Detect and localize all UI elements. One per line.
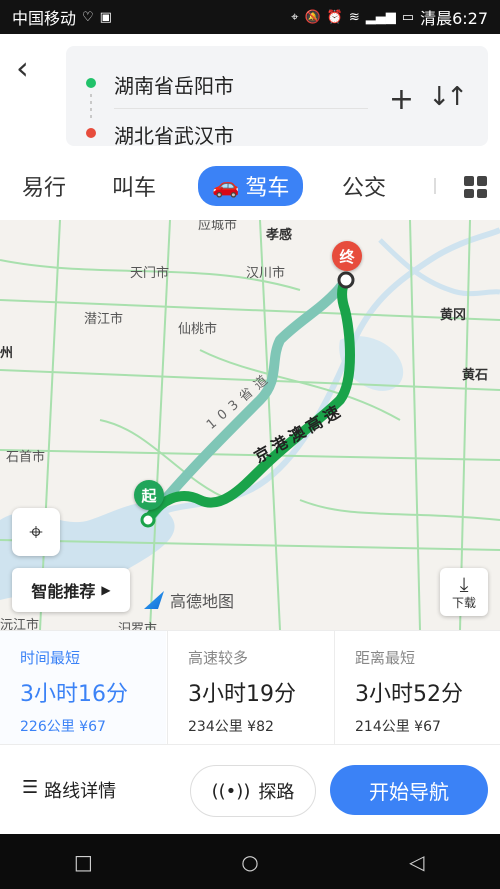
tab-separator	[434, 178, 436, 194]
alarm-icon: ⏰	[326, 9, 343, 25]
map-label-bottom-cut2: 汨罗市	[118, 622, 158, 630]
tab-drive[interactable]: 🚗 驾车	[198, 166, 304, 206]
amap-logo-icon	[144, 591, 164, 609]
broadcast-icon: ((•))	[211, 780, 251, 802]
option-title: 高速较多	[188, 649, 249, 667]
swap-icon[interactable]: ↓↑	[428, 82, 468, 112]
list-icon: ☰	[22, 777, 39, 798]
download-label: 下载	[451, 595, 476, 610]
recent-apps-icon[interactable]: □	[53, 850, 113, 874]
tab-drive-label: 驾车	[245, 176, 290, 201]
map-label-qianjiang: 潜江市	[84, 312, 124, 327]
option-duration: 3小时19分	[188, 682, 296, 707]
map-label-shishou: 石首市	[6, 450, 46, 465]
locate-button[interactable]: ⌖	[12, 508, 60, 556]
route-details-label: 路线详情	[44, 781, 117, 802]
download-icon: ⤓	[459, 571, 469, 596]
amap-logo-text: 高德地图	[170, 592, 235, 611]
map-label-xiaogan: 孝感	[266, 228, 293, 243]
option-duration: 3小时16分	[20, 682, 128, 707]
divider	[114, 108, 368, 109]
system-nav-bar: □ ○ ◁	[0, 834, 500, 889]
car-icon: 🚗	[212, 173, 240, 199]
destination-field[interactable]: 湖北省武汉市	[114, 120, 234, 149]
route-options: 时间最短 3小时16分 226公里 ¥67 高速较多 3小时19分 234公里 …	[0, 630, 500, 745]
wifi-icon: ≋	[348, 9, 360, 25]
option-meta: 226公里 ¥67	[20, 719, 106, 735]
tab-bus[interactable]: 公交	[342, 170, 386, 202]
crosshair-icon: ⌖	[29, 518, 43, 546]
back-triangle-icon[interactable]: ◁	[387, 850, 447, 874]
option-duration: 3小时52分	[355, 682, 463, 707]
route-details-button[interactable]: ☰ 路线详情	[22, 777, 116, 803]
origin-dot-icon	[86, 78, 96, 88]
download-button[interactable]: ⤓ 下载	[440, 568, 488, 616]
option-meta: 214公里 ¥67	[355, 719, 441, 735]
smart-recommend-button[interactable]: 智能推荐 ▶	[12, 568, 130, 612]
option-title: 时间最短	[20, 649, 81, 667]
more-modes-icon[interactable]	[464, 176, 487, 198]
back-arrow-icon[interactable]: ‹	[16, 52, 29, 84]
amap-logo: 高德地图	[144, 588, 234, 612]
smart-recommend-label: 智能推荐	[31, 582, 96, 601]
end-point-icon	[337, 271, 355, 289]
start-navigation-button[interactable]: 开始导航	[330, 765, 488, 815]
battery-icon: ▭	[401, 9, 415, 25]
signal-icon: ▂▄▆	[365, 9, 396, 25]
start-marker: 起	[134, 480, 164, 510]
explore-button[interactable]: ((•)) 探路	[190, 765, 316, 817]
map-label-bottom-cut1: 沅江市	[0, 618, 40, 630]
action-bar: ☰ 路线详情 ((•)) 探路 开始导航	[0, 744, 500, 835]
route-header: ‹ 湖南省岳阳市 湖北省武汉市 + ↓↑	[0, 34, 500, 154]
start-point-icon	[140, 512, 156, 528]
option-title: 距离最短	[355, 649, 416, 667]
map-label-xiantao: 仙桃市	[178, 322, 218, 337]
map-view[interactable]: 应城市 孝感 天门市 汉川市 潜江市 仙桃市 州 黄冈 黄石 石首市 103省道…	[0, 220, 500, 630]
carrier-label: 中国移动	[12, 9, 77, 28]
play-triangle-icon: ▶	[101, 583, 111, 597]
end-marker: 终	[332, 241, 362, 271]
status-bar: 中国移动 ♡ ▣ ⌖ 🔕 ⏰ ≋ ▂▄▆ ▭ 清晨6:27	[0, 0, 500, 34]
map-label-left-cut: 州	[0, 346, 14, 361]
mute-icon: 🔕	[304, 9, 321, 25]
explore-label: 探路	[258, 782, 295, 803]
location-icon: ⌖	[291, 9, 299, 25]
option-meta: 234公里 ¥82	[188, 719, 274, 735]
map-label-hanchuan: 汉川市	[246, 266, 286, 281]
status-time: 清晨6:27	[420, 9, 488, 28]
transport-tabs: 易行 叫车 🚗 驾车 公交	[0, 154, 500, 221]
route-option-shortest[interactable]: 距离最短 3小时52分 214公里 ¥67	[334, 631, 500, 745]
heart-status-icon: ♡	[82, 9, 94, 25]
home-icon[interactable]: ○	[220, 850, 280, 874]
destination-dot-icon	[86, 128, 96, 138]
tab-taxi[interactable]: 叫车	[112, 170, 156, 202]
route-box: 湖南省岳阳市 湖北省武汉市 + ↓↑	[66, 46, 488, 149]
map-label-tianmen: 天门市	[130, 266, 170, 281]
map-label-huangshi: 黄石	[462, 368, 489, 383]
app-status-icon: ▣	[99, 9, 112, 25]
origin-field[interactable]: 湖南省岳阳市	[114, 70, 234, 99]
tab-yixing[interactable]: 易行	[22, 170, 66, 202]
add-stop-icon[interactable]: +	[389, 82, 414, 117]
route-option-fastest[interactable]: 时间最短 3小时16分 226公里 ¥67	[0, 631, 166, 745]
map-label-top-cut: 应城市	[198, 220, 238, 233]
route-dots	[90, 94, 92, 120]
route-option-highway[interactable]: 高速较多 3小时19分 234公里 ¥82	[167, 631, 333, 745]
map-label-huanggang: 黄冈	[440, 308, 467, 323]
